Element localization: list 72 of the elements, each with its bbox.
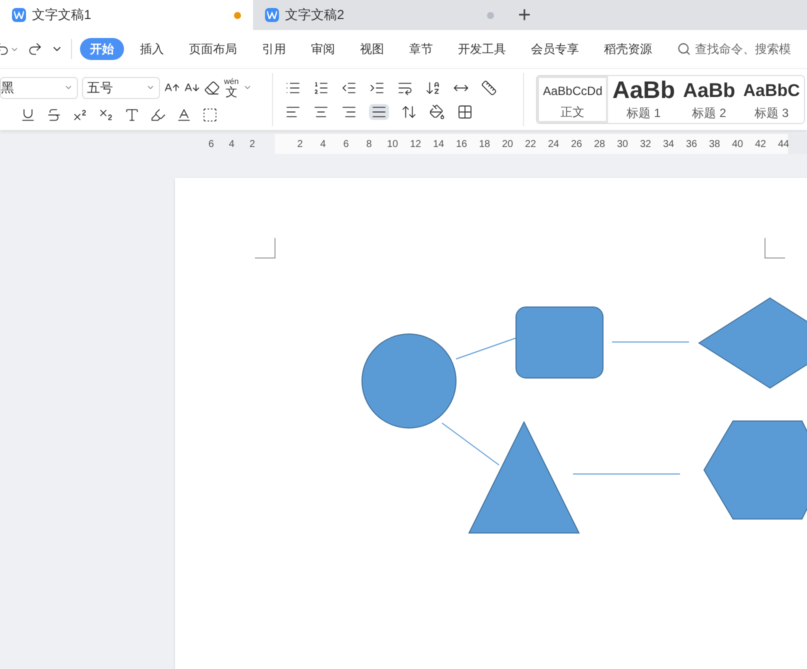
line-spacing-icon[interactable] (401, 104, 417, 120)
document-icon (12, 8, 26, 22)
font-size-field[interactable]: 五号 (82, 76, 160, 98)
shading-icon[interactable] (429, 104, 445, 120)
margin-corner-mark (255, 238, 276, 258)
justify-icon[interactable] (369, 104, 389, 120)
dropdown-caret-icon[interactable] (146, 83, 155, 92)
menu-tab[interactable]: 插入 (140, 40, 164, 58)
sort-icon[interactable] (425, 80, 441, 96)
ruler-number: 4 (319, 138, 327, 152)
ruler-number: 18 (479, 138, 489, 152)
style-preset[interactable]: AaBb 标题 2 (679, 76, 740, 123)
font-name-field[interactable]: 黑 (0, 76, 78, 98)
connector-line (442, 422, 500, 466)
eraser-icon[interactable] (204, 80, 220, 96)
font-color-icon[interactable] (176, 106, 192, 122)
ruler-number: 32 (640, 138, 650, 152)
margin-corner-mark (764, 238, 786, 258)
ruler-number: 22 (525, 138, 535, 152)
ruler-number: 34 (663, 138, 673, 152)
search-placeholder: 查找命令、搜索模 (695, 41, 791, 58)
ruler-number: 12 (410, 138, 420, 152)
underline-icon[interactable] (20, 106, 36, 122)
document-tab[interactable]: 文字文稿1 (0, 0, 253, 30)
ruler-number: 8 (365, 138, 373, 152)
numbered-list-icon[interactable] (313, 80, 329, 96)
ruler-number: 44 (778, 138, 788, 152)
dropdown-caret-icon[interactable] (64, 83, 73, 92)
menu-tab[interactable]: 视图 (360, 40, 384, 58)
redo-icon[interactable] (27, 41, 43, 57)
style-preset[interactable]: AaBbCcDd 正文 (537, 76, 608, 123)
borders-icon[interactable] (457, 104, 473, 120)
ruler-number: 6 (342, 138, 350, 152)
ruler-number: 16 (456, 138, 466, 152)
search-icon (677, 42, 691, 56)
highlighter-icon[interactable] (150, 106, 166, 122)
ruler-number: 14 (433, 138, 443, 152)
menu-tab[interactable]: 审阅 (311, 40, 335, 58)
ruler-number: 30 (617, 138, 627, 152)
ruler-number: 24 (548, 138, 558, 152)
menu-tab[interactable]: 会员专享 (531, 40, 579, 58)
ruler-number: 2 (249, 138, 255, 152)
tab-label: 文字文稿1 (32, 6, 92, 24)
connector-line (456, 338, 516, 360)
character-border-icon[interactable] (202, 106, 218, 122)
document-icon (265, 8, 279, 22)
style-preset[interactable]: AaBbC 标题 3 (739, 76, 804, 123)
ruler-number: 38 (709, 138, 719, 152)
search-field[interactable]: 查找命令、搜索模 (677, 40, 791, 58)
ruler-number: 6 (208, 138, 214, 152)
ruler-number: 42 (755, 138, 765, 152)
style-preset[interactable]: AaBb 标题 1 (608, 76, 680, 123)
menu-tab[interactable]: 页面布局 (189, 40, 237, 58)
menu-tab[interactable]: 章节 (409, 40, 433, 58)
text-effect-icon[interactable] (124, 106, 140, 122)
ruler-number: 2 (296, 138, 304, 152)
ruler-number: 10 (387, 138, 397, 152)
menu-tab[interactable]: 引用 (262, 40, 286, 58)
ruler-number: 26 (571, 138, 581, 152)
menu-tab[interactable]: 稻壳资源 (604, 40, 652, 58)
new-tab-button[interactable]: + (518, 4, 531, 26)
strikethrough-icon[interactable] (46, 106, 62, 122)
ruler-number: 36 (686, 138, 696, 152)
menu-tab[interactable]: 开发工具 (458, 40, 506, 58)
ruler-number: 4 (228, 138, 234, 152)
ruler-number: 40 (732, 138, 742, 152)
ruler-number: 28 (594, 138, 604, 152)
dropdown-caret-icon[interactable] (242, 83, 252, 92)
phonetic-guide-button[interactable]: wén 文 (224, 78, 239, 98)
ruler-icon[interactable] (481, 80, 497, 96)
ruler-number: 20 (502, 138, 512, 152)
tab-label: 文字文稿2 (285, 6, 346, 24)
